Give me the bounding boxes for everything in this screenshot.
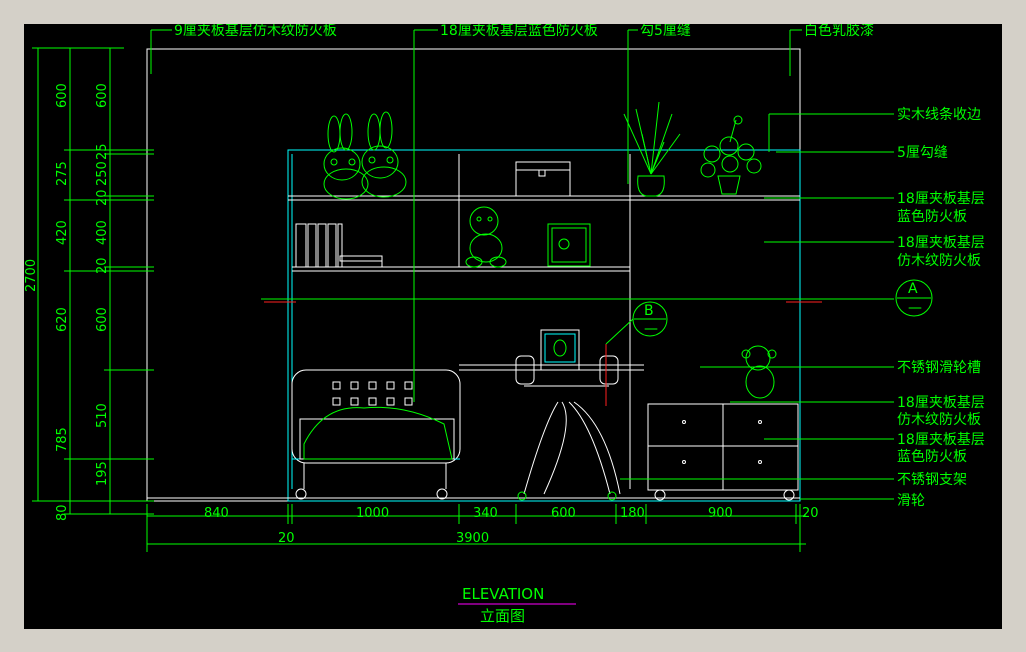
- potted-plant-flowers: [700, 115, 762, 195]
- dim-inner-1: 600: [95, 83, 110, 108]
- dim-bottom-2: 1000: [356, 506, 389, 521]
- dim-inner-3: 250: [95, 161, 110, 186]
- dim-inner-9: 195: [95, 461, 110, 486]
- dim-bottom-6: 900: [708, 506, 733, 521]
- rabbit-toys: [323, 111, 407, 200]
- marker-b-label: B: [644, 303, 654, 319]
- label-right-2: 5厘勾缝: [897, 145, 948, 161]
- label-right-1: 实木线条收边: [897, 106, 981, 123]
- small-toy: [741, 345, 777, 399]
- dim-inner-4: 20: [95, 189, 110, 206]
- dim-mid-4: 620: [55, 307, 70, 332]
- wall-outline: [146, 48, 801, 502]
- dim-inner-7: 600: [95, 307, 110, 332]
- label-right-7a: 18厘夹板基层: [897, 431, 985, 448]
- dim-bottom-8: 20: [278, 531, 295, 546]
- title-en: ELEVATION: [462, 585, 544, 603]
- left-dimension-labels: 2700 600 275 420 620 785 80 600 25 250 2…: [24, 83, 110, 521]
- dim-inner-2: 25: [95, 143, 110, 160]
- label-right-8: 不锈钢支架: [897, 472, 967, 488]
- picture-frame: [547, 223, 591, 267]
- label-top-2: 18厘夹板基层蓝色防火板: [440, 24, 598, 39]
- label-right-6a: 18厘夹板基层: [897, 394, 985, 411]
- dim-bottom-4: 600: [551, 506, 576, 521]
- title-zh: 立面图: [480, 607, 525, 625]
- dim-bottom-5: 180: [620, 506, 645, 521]
- label-top-1: 9厘夹板基层仿木纹防火板: [174, 24, 337, 39]
- dim-bottom-9: 3900: [456, 531, 489, 546]
- books: [295, 223, 383, 268]
- bottom-dimension-labels: 840 1000 340 600 180 900 20 20 3900: [204, 506, 819, 546]
- storage-box: [515, 161, 571, 197]
- potted-plant-tall: [623, 101, 681, 197]
- label-right-7b: 蓝色防火板: [897, 448, 967, 465]
- sofa-bed: [291, 369, 461, 500]
- dim-inner-6: 20: [95, 257, 110, 274]
- drawer-cabinet: [647, 403, 799, 501]
- left-dimension-lines: [32, 47, 154, 515]
- dim-total-height: 2700: [24, 259, 39, 292]
- label-right-4a: 18厘夹板基层: [897, 234, 985, 251]
- teddy-toy: [465, 206, 507, 268]
- label-right-3b: 蓝色防火板: [897, 208, 967, 225]
- dim-bottom-1: 840: [204, 506, 229, 521]
- dim-mid-2: 275: [55, 161, 70, 186]
- marker-b-dash: —: [644, 321, 658, 337]
- top-leaders: [150, 29, 802, 402]
- label-right-5: 不锈钢滑轮槽: [897, 359, 981, 376]
- label-top-4: 白色乳胶漆: [804, 24, 874, 39]
- dim-inner-8: 510: [95, 403, 110, 428]
- marker-a-dash: —: [908, 300, 922, 316]
- dim-mid-3: 420: [55, 220, 70, 245]
- dim-bottom-3: 340: [473, 506, 498, 521]
- label-right-4b: 仿木纹防火板: [897, 253, 981, 269]
- label-right-9: 滑轮: [897, 492, 925, 509]
- dim-mid-5: 785: [55, 427, 70, 452]
- laptop: [534, 329, 586, 371]
- dim-bottom-7: 20: [802, 506, 819, 521]
- dim-mid-6: 80: [55, 504, 70, 521]
- marker-a-label: A: [908, 281, 918, 297]
- elevation-drawing: A — B — 9厘夹板基层仿木纹防火板 18厘夹板基层蓝色防火板 勾5厘缝 白…: [24, 24, 985, 625]
- label-right-3a: 18厘夹板基层: [897, 190, 985, 207]
- cad-drawing-canvas[interactable]: A — B — 9厘夹板基层仿木纹防火板 18厘夹板基层蓝色防火板 勾5厘缝 白…: [24, 24, 1002, 629]
- dim-mid-1: 600: [55, 83, 70, 108]
- label-top-3: 勾5厘缝: [640, 24, 691, 39]
- steel-support: [515, 355, 621, 501]
- label-right-6b: 仿木纹防火板: [897, 412, 981, 428]
- dim-inner-5: 400: [95, 220, 110, 245]
